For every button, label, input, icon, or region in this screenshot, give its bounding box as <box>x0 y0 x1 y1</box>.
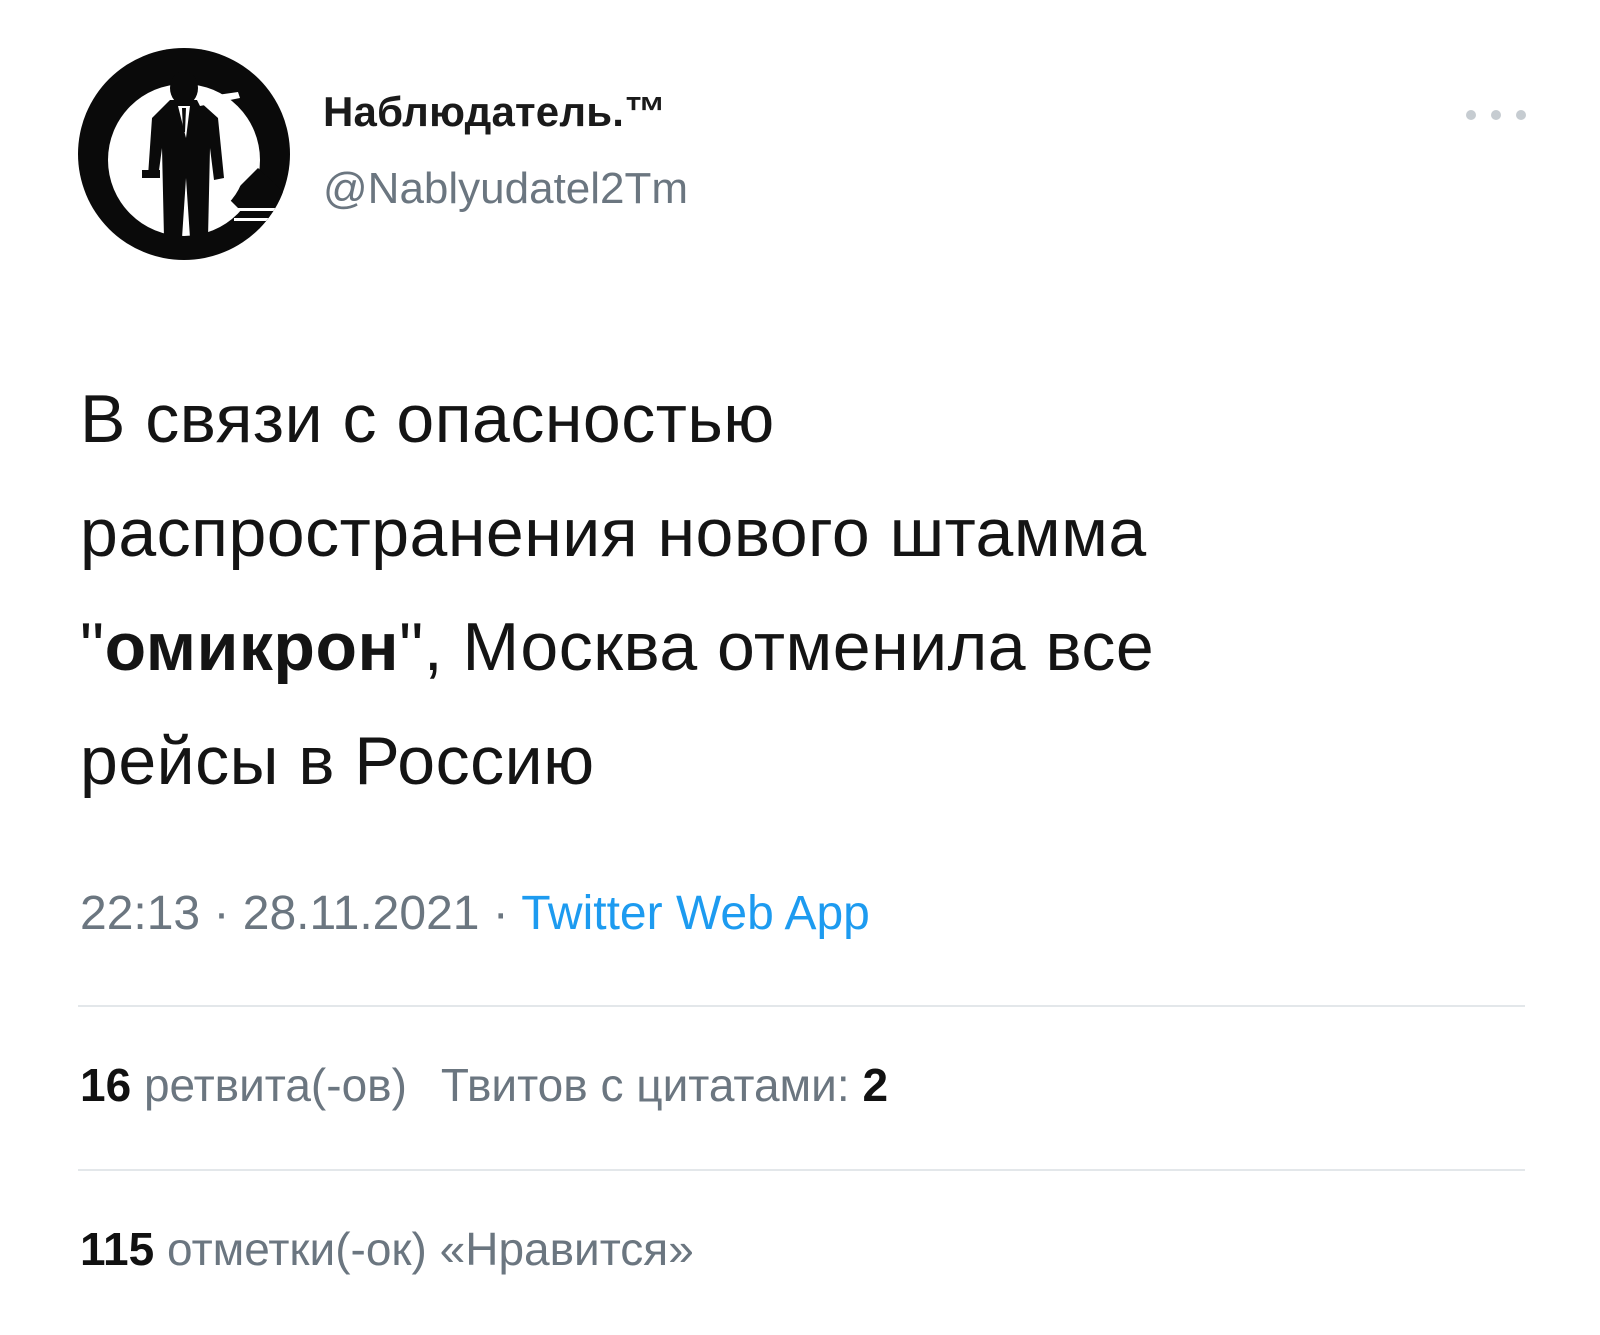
retweets-link[interactable]: 16 ретвита(-ов) <box>80 1059 407 1111</box>
meta-separator: · <box>200 887 243 940</box>
quotes-link[interactable]: Твитов с цитатами: 2 <box>441 1059 888 1111</box>
author-handle[interactable]: @Nablyudatel2Tm <box>323 164 688 214</box>
likes-label: отметки(-ок) «Нравится» <box>167 1223 694 1275</box>
more-dot-icon <box>1516 110 1526 120</box>
retweets-label: ретвита(-ов) <box>143 1059 407 1111</box>
tweet-source-link[interactable]: Twitter Web App <box>521 887 870 940</box>
quotes-count: 2 <box>862 1059 889 1111</box>
tweet-date[interactable]: 28.11.2021 <box>243 887 480 940</box>
divider <box>78 1005 1525 1007</box>
tweet-card: Наблюдатель.™ @Nablyudatel2Tm В связи с … <box>0 0 1600 1335</box>
tweet-text-line: рейсы в Россию <box>80 723 595 799</box>
more-dot-icon <box>1491 110 1501 120</box>
meta-separator: · <box>479 887 522 940</box>
open-quote: " <box>80 609 105 685</box>
tweet-time[interactable]: 22:13 <box>80 887 200 940</box>
divider <box>78 1169 1525 1171</box>
stats-row-retweets: 16 ретвита(-ов) Твитов с цитатами: 2 <box>80 1058 888 1112</box>
likes-count: 115 <box>80 1223 155 1275</box>
retweets-count: 16 <box>80 1059 132 1111</box>
line-rest: ", Москва отменила все <box>399 609 1155 685</box>
tweet-text-line: В связи с опасностью <box>80 381 775 457</box>
more-options-button[interactable] <box>1466 100 1526 130</box>
tweet-text: В связи с опасностью распространения нов… <box>80 362 1540 818</box>
author-display-name[interactable]: Наблюдатель.™ <box>323 88 666 136</box>
stats-row-likes: 115 отметки(-ок) «Нравится» <box>80 1222 694 1276</box>
tweet-meta: 22:13 · 28.11.2021 · Twitter Web App <box>80 886 870 941</box>
bold-word: омикрон <box>104 609 400 685</box>
likes-link[interactable]: 115 отметки(-ок) «Нравится» <box>80 1223 694 1275</box>
more-dot-icon <box>1466 110 1476 120</box>
quotes-label: Твитов с цитатами: <box>440 1059 850 1111</box>
avatar[interactable] <box>78 48 290 260</box>
tweet-text-line: "омикрон", Москва отменила все <box>80 590 1540 704</box>
tweet-text-line: распространения нового штамма <box>80 495 1147 571</box>
avatar-silhouette-icon <box>78 48 290 260</box>
